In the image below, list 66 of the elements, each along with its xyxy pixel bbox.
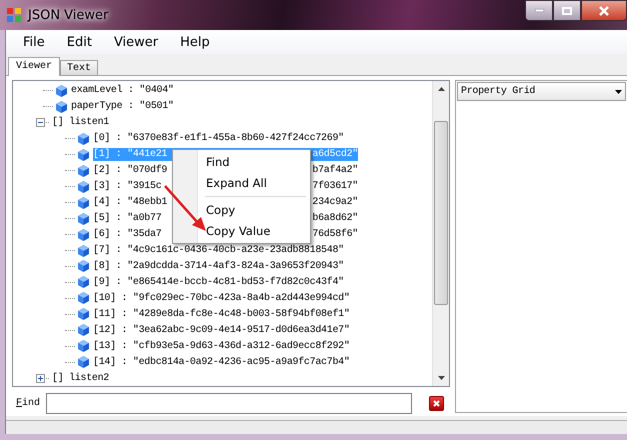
- cube-icon: [78, 324, 89, 336]
- cube-icon: [78, 292, 89, 304]
- property-grid-dropdown[interactable]: Property Grid: [457, 82, 626, 101]
- window-title: JSON Viewer: [28, 8, 108, 22]
- scroll-thumb[interactable]: [434, 121, 448, 305]
- tree-item[interactable]: [5] : "a0b77: [93, 212, 162, 226]
- collapse-icon[interactable]: [36, 118, 45, 128]
- cube-icon: [78, 196, 89, 209]
- tree-item[interactable]: [13] : "cfb93e5a-9d63-436d-a312-6ad9ecc8f292": [93, 340, 350, 353]
- cube-icon: [78, 180, 89, 193]
- menu-item[interactable]: Help: [171, 32, 219, 52]
- tree-item[interactable]: [14] : "edbc814a-0a92-4236-ac95-a9a9fc7ac7b4": [93, 356, 350, 369]
- tree-item[interactable]: 76d58f6": [312, 228, 358, 242]
- tab[interactable]: Text: [60, 60, 98, 75]
- cube-icon: [78, 276, 89, 288]
- maximize-button[interactable]: [553, 0, 581, 21]
- tree-item[interactable]: [] listen1: [52, 117, 110, 128]
- minimize-icon: [534, 9, 544, 12]
- dropdown-arrow-icon: [615, 90, 622, 94]
- tree-item[interactable]: b6a8d62": [312, 212, 358, 226]
- close-icon: [599, 6, 609, 16]
- tree-item[interactable]: [0] : "6370e83f-e1f1-455a-8b60-427f24cc7269": [93, 132, 344, 146]
- find-label: Find: [16, 398, 40, 409]
- tree-item[interactable]: [2] : "070df9: [93, 164, 168, 178]
- cube-icon: [78, 260, 89, 272]
- cube-icon: [56, 100, 67, 113]
- tree-item[interactable]: [] listen2: [52, 372, 110, 384]
- cube-icon: [78, 228, 89, 241]
- tree-item[interactable]: [10] : "9fc029ec-70bc-423a-8a4b-a2d443e994cd": [93, 292, 350, 305]
- tree-item[interactable]: paperType : "0501": [71, 100, 174, 114]
- context-menu-item[interactable]: Find: [175, 152, 308, 172]
- cube-icon: [78, 148, 89, 161]
- tree-item[interactable]: examLevel : "0404": [71, 84, 174, 98]
- cube-icon: [78, 308, 89, 320]
- cube-icon: [78, 340, 89, 352]
- tree-item[interactable]: [3] : "3915c: [93, 180, 162, 194]
- cube-icon: [78, 244, 89, 256]
- tree-item[interactable]: 7f03617": [312, 180, 358, 194]
- tree-item[interactable]: b7af4a2": [312, 164, 358, 178]
- maximize-icon: [562, 6, 572, 14]
- tree-item[interactable]: [9] : "e865414e-bccb-4c81-bd53-f7d82c0c43f4": [93, 276, 344, 289]
- menu-item[interactable]: Edit: [58, 32, 101, 52]
- tree-item[interactable]: [4] : "48ebb1: [93, 196, 168, 210]
- context-menu-item[interactable]: Copy Value: [175, 220, 308, 241]
- tree-item[interactable]: 234c9a2": [312, 196, 358, 210]
- app-icon: [6, 7, 22, 23]
- tree-item[interactable]: [11] : "4289e8da-fc8e-4c48-b003-58f94bf08ef1": [93, 308, 350, 321]
- cube-icon: [78, 356, 89, 368]
- clear-icon[interactable]: [429, 396, 444, 411]
- cube-icon: [78, 132, 89, 145]
- menu-item[interactable]: File: [14, 32, 54, 52]
- tab[interactable]: Viewer: [8, 57, 60, 76]
- cube-icon: [78, 212, 89, 225]
- tree-item[interactable]: [6] : "35da7: [93, 228, 162, 242]
- menu-item[interactable]: Viewer: [104, 32, 168, 52]
- tree-item[interactable]: [12] : "3ea62abc-9c09-4e14-9517-d0d6ea3d41e7": [93, 324, 350, 337]
- find-field[interactable]: [46, 393, 412, 414]
- cube-icon: [56, 84, 67, 97]
- tree-item[interactable]: [7] : "4c9c161c-0436-40cb-a23e-23adb8818548": [93, 244, 344, 257]
- expand-icon[interactable]: [36, 374, 45, 383]
- minimize-button[interactable]: [525, 0, 553, 21]
- tree-item[interactable]: [8] : "2a9dcdda-3714-4af3-824a-3a9653f20943": [93, 260, 344, 273]
- context-menu-item[interactable]: Copy: [175, 200, 308, 220]
- cube-icon: [78, 164, 89, 177]
- close-button[interactable]: [581, 0, 627, 21]
- context-menu-item[interactable]: Expand All: [175, 172, 308, 193]
